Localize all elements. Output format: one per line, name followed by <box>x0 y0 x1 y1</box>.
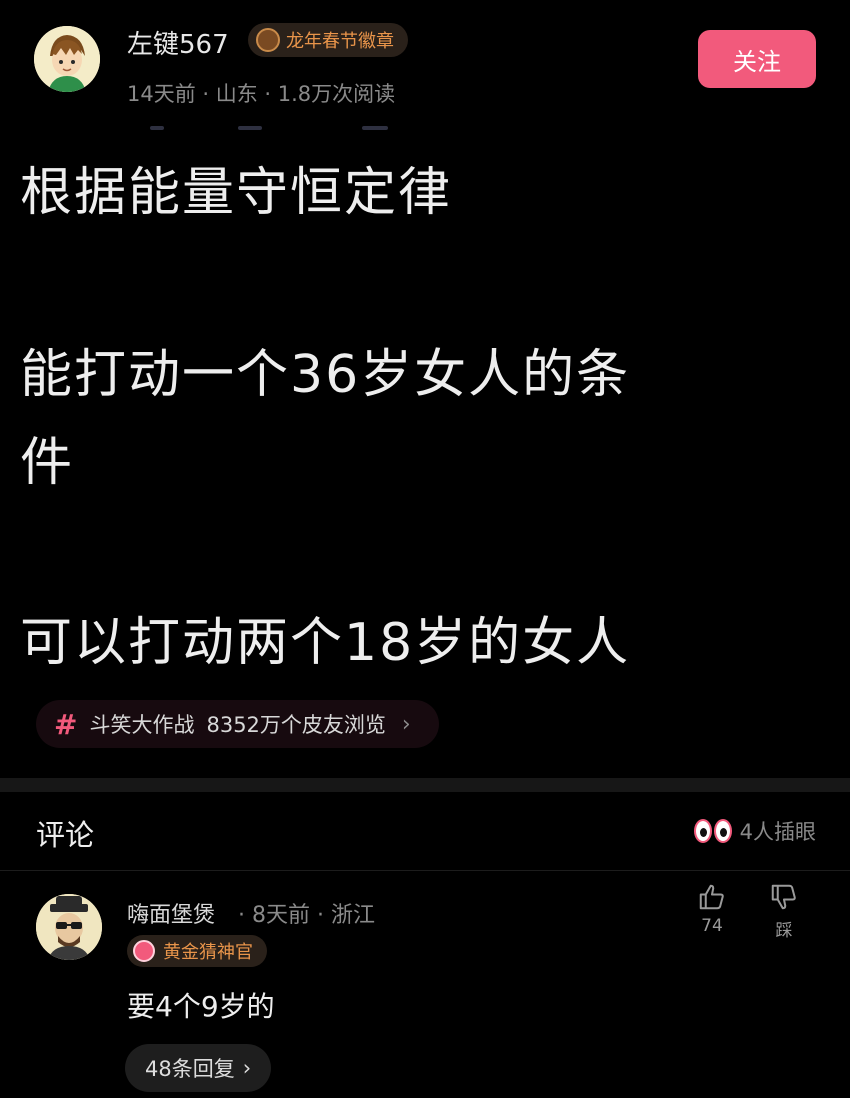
topic-name: 斗笑大作战 <box>89 713 195 737</box>
post-text-line: 根据能量守恒定律 <box>20 163 453 223</box>
commenter-badge[interactable]: 黄金猜神官 <box>127 935 267 967</box>
author-name[interactable]: 左键567 <box>127 24 229 61</box>
post-text-line: 能打动一个36岁女人的条 <box>20 345 631 405</box>
replies-label: 48条回复 <box>145 1057 235 1081</box>
follow-button[interactable]: 关注 <box>698 30 816 88</box>
post-text-line: 可以打动两个18岁的女人 <box>20 613 631 673</box>
author-badge[interactable]: 龙年春节徽章 <box>248 23 408 57</box>
author-avatar[interactable] <box>34 26 100 92</box>
dislike-button[interactable]: 踩 <box>758 882 810 941</box>
topic-link[interactable]: # 斗笑大作战 8352万个皮友浏览 › <box>36 700 439 748</box>
comments-title: 评论 <box>36 818 95 852</box>
post-text-line: 件 <box>20 433 75 493</box>
dragon-badge-icon <box>256 28 280 52</box>
section-divider <box>0 778 850 792</box>
chevron-right-icon: › <box>401 711 411 737</box>
topic-views: 8352万个皮友浏览 <box>206 713 386 737</box>
decorative-strip <box>150 126 400 136</box>
post-meta: 14天前 · 山东 · 1.8万次阅读 <box>127 82 396 106</box>
medal-icon <box>133 940 155 962</box>
like-count: 74 <box>701 916 723 936</box>
like-button[interactable]: 74 <box>686 882 738 936</box>
header-divider <box>0 870 850 871</box>
comment-meta: · 8天前 · 浙江 <box>238 903 375 928</box>
hash-icon: # <box>54 707 78 741</box>
comment-text: 要4个9岁的 <box>127 990 275 1023</box>
eyes-icon <box>693 819 732 843</box>
commenter-name[interactable]: 嗨面堡煲 <box>127 897 215 929</box>
stalkers-button[interactable]: 4人插眼 <box>693 816 816 846</box>
thumbs-down-icon <box>771 884 796 910</box>
view-replies-button[interactable]: 48条回复 › <box>125 1044 272 1092</box>
dislike-label: 踩 <box>775 921 793 941</box>
thumbs-up-icon <box>699 884 724 910</box>
author-badge-label: 龙年春节徽章 <box>286 31 394 52</box>
commenter-avatar[interactable] <box>36 894 102 960</box>
commenter-badge-label: 黄金猜神官 <box>163 942 253 963</box>
stalkers-count: 4人插眼 <box>739 820 816 844</box>
chevron-right-icon: › <box>242 1056 252 1080</box>
